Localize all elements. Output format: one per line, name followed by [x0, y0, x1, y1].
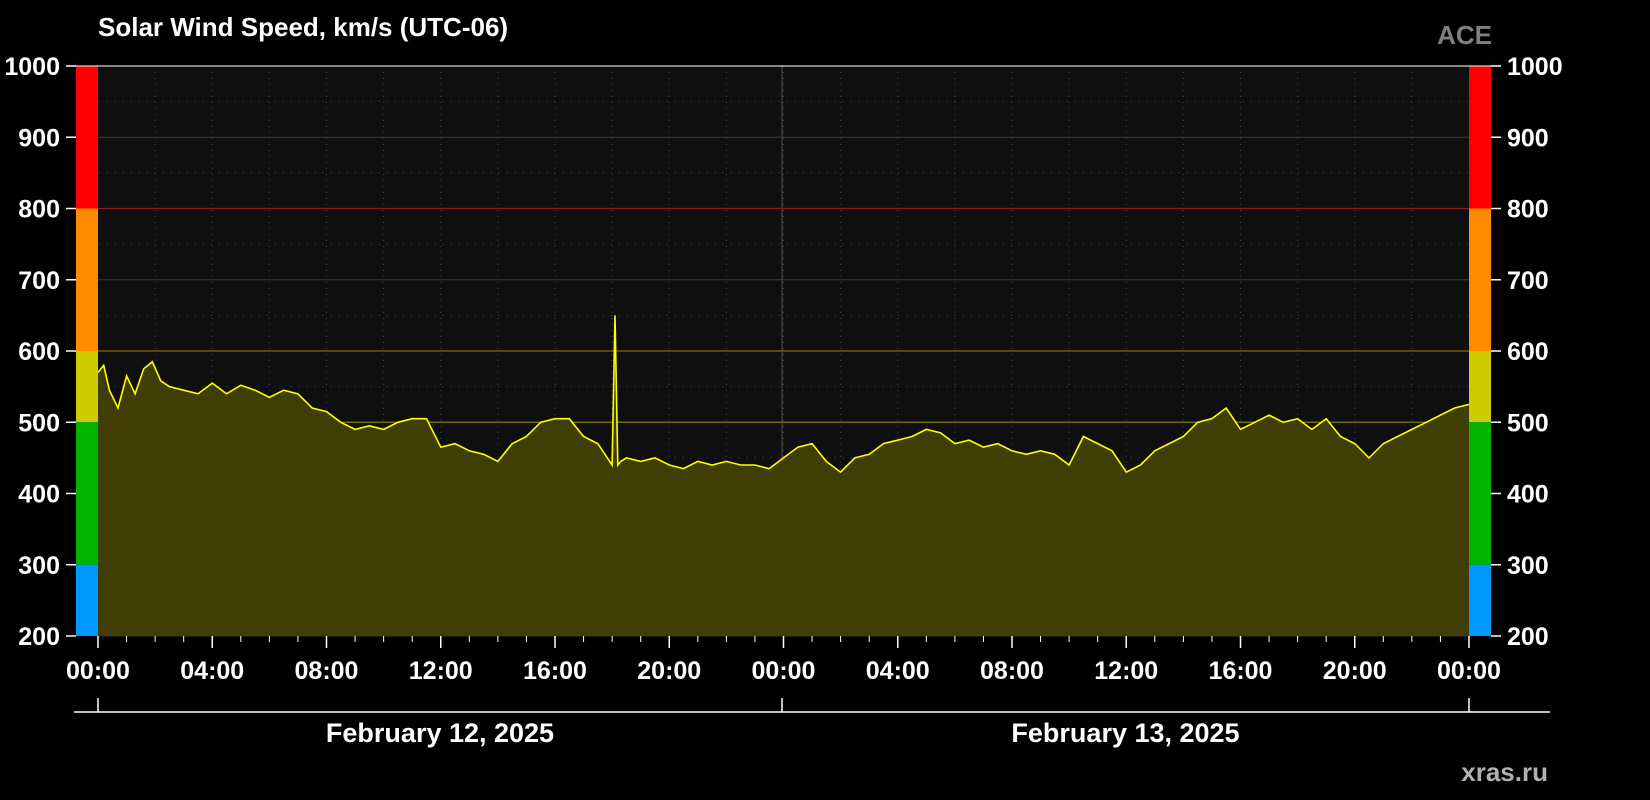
y-tick-label-left: 500: [18, 409, 60, 437]
x-tick-label: 12:00: [409, 657, 473, 685]
color-band-right: [1469, 564, 1491, 636]
color-band-left: [76, 422, 98, 565]
y-tick-label-right: 800: [1507, 196, 1549, 224]
x-tick-label: 12:00: [1094, 657, 1158, 685]
y-tick-label-right: 500: [1507, 409, 1549, 437]
y-tick-label-right: 1000: [1507, 53, 1563, 81]
x-tick-group: 00:00 04:00 08:00 12:00 16:00 20:00 00:00 04:00…: [66, 636, 1501, 685]
color-band-left: [76, 564, 98, 636]
x-tick-label: 08:00: [295, 657, 359, 685]
y-tick-label-right: 900: [1507, 124, 1549, 152]
date-label: February 12, 2025: [326, 718, 554, 748]
x-tick-label: 04:00: [866, 657, 930, 685]
color-band-right: [1469, 422, 1491, 565]
y-tick-label-right: 400: [1507, 481, 1549, 509]
y-tick-label-left: 1000: [4, 53, 60, 81]
y-tick-label-right: 200: [1507, 623, 1549, 651]
color-band-left: [76, 351, 98, 423]
date-label-group: February 12, 2025 February 13, 2025: [74, 698, 1550, 748]
color-band-right: [1469, 208, 1491, 351]
color-band-right: [1469, 66, 1491, 209]
source-label: ACE: [1437, 20, 1492, 50]
color-band-left: [76, 66, 98, 209]
solar-wind-chart: Solar Wind Speed, km/s (UTC-06) ACE xras…: [4, 12, 1563, 787]
x-tick-label: 00:00: [66, 657, 130, 685]
y-tick-label-left: 700: [18, 267, 60, 295]
plot-area: [72, 65, 1495, 637]
y-tick-label-left: 900: [18, 124, 60, 152]
color-band-left: [76, 208, 98, 351]
date-label: February 13, 2025: [1011, 718, 1239, 748]
y-tick-label-left: 600: [18, 338, 60, 366]
y-tick-label-left: 300: [18, 552, 60, 580]
y-tick-label-right: 700: [1507, 267, 1549, 295]
chart-title: Solar Wind Speed, km/s (UTC-06): [98, 12, 508, 42]
footer-label: xras.ru: [1461, 757, 1548, 787]
y-tick-label-right: 600: [1507, 338, 1549, 366]
x-tick-label: 04:00: [180, 657, 244, 685]
y-tick-label-left: 200: [18, 623, 60, 651]
x-tick-label: 20:00: [1323, 657, 1387, 685]
color-band-right: [1469, 351, 1491, 423]
x-tick-label: 08:00: [980, 657, 1044, 685]
y-tick-label-left: 400: [18, 481, 60, 509]
x-tick-label: 20:00: [637, 657, 701, 685]
x-tick-label: 16:00: [1209, 657, 1273, 685]
x-tick-label: 00:00: [752, 657, 816, 685]
x-tick-label: 16:00: [523, 657, 587, 685]
y-tick-label-right: 300: [1507, 552, 1549, 580]
y-tick-label-left: 800: [18, 196, 60, 224]
x-tick-label: 00:00: [1437, 657, 1501, 685]
